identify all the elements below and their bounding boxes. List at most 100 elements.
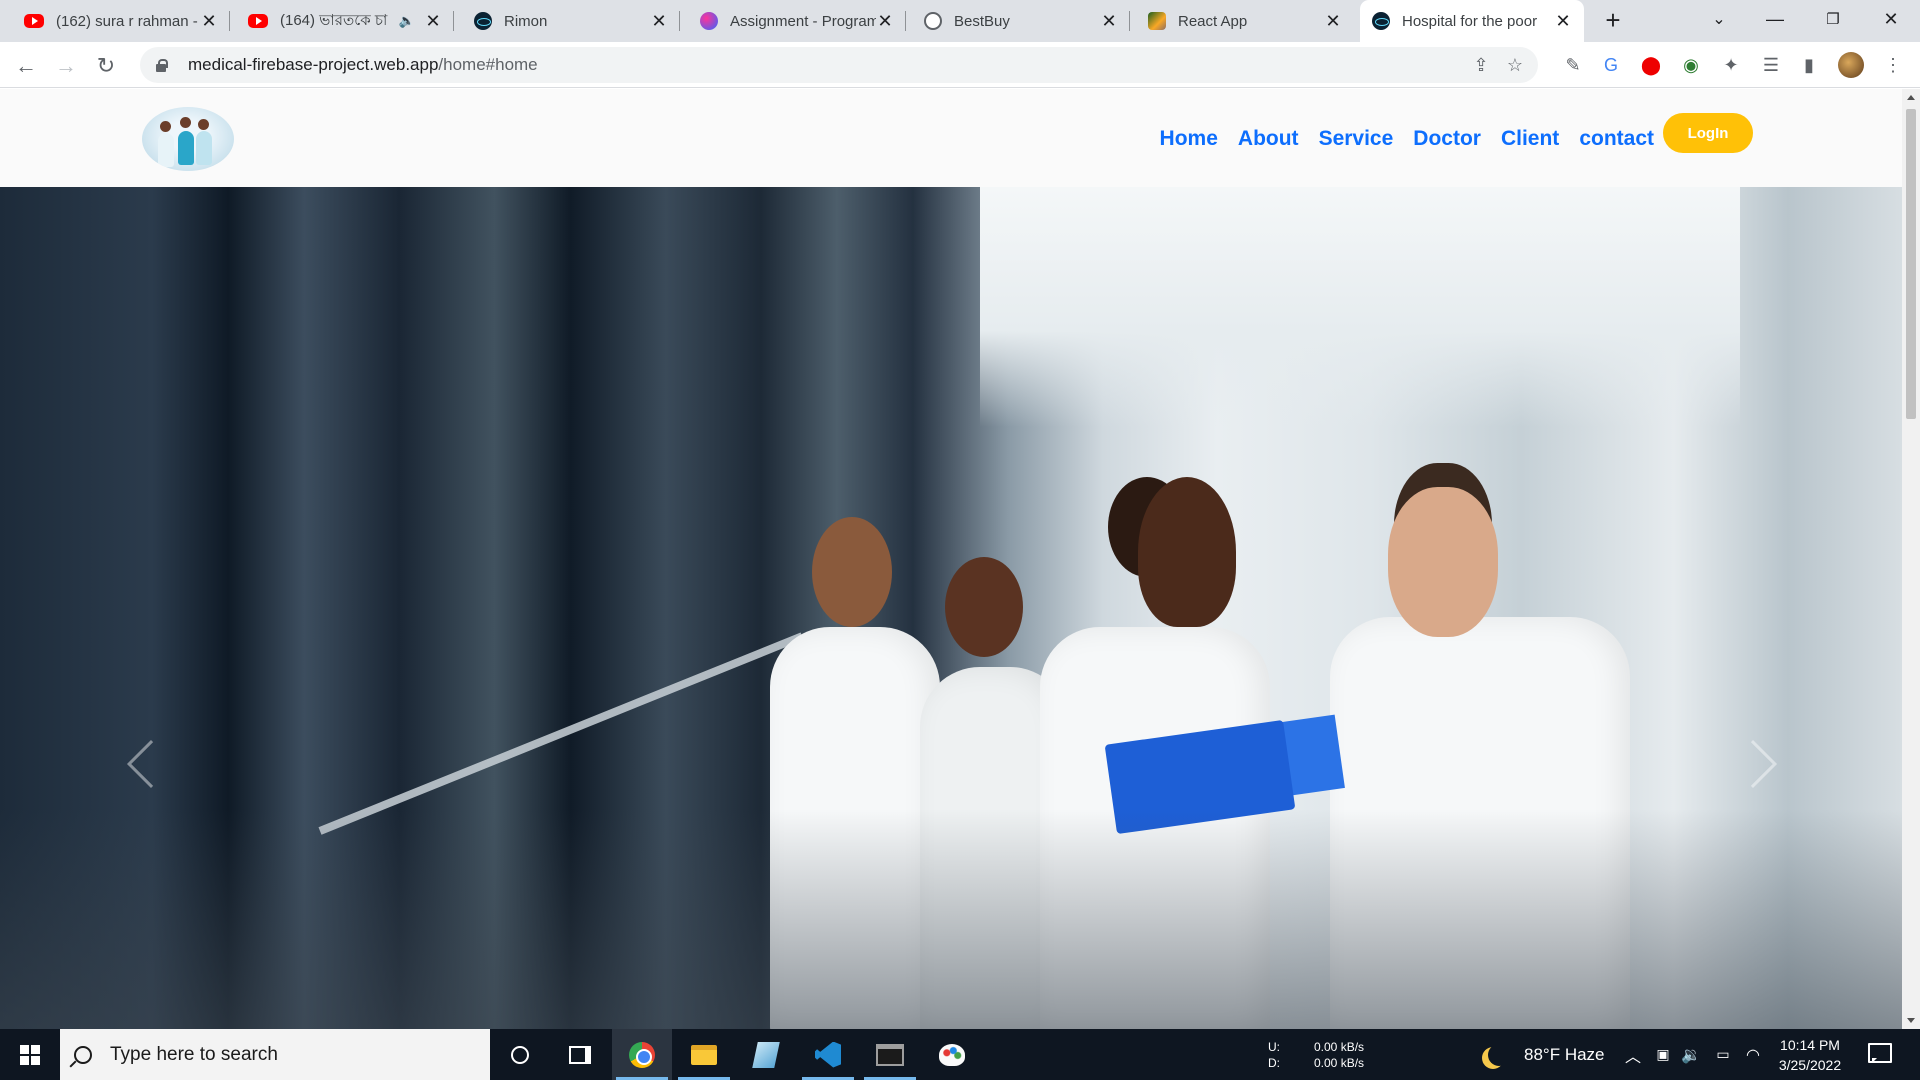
tab-title: BestBuy — [954, 12, 1010, 30]
nav-link-client[interactable]: Client — [1501, 127, 1559, 151]
profile-avatar[interactable] — [1838, 52, 1864, 78]
windows-logo-icon — [20, 1044, 40, 1065]
reload-icon[interactable]: ↻ — [90, 50, 122, 82]
upload-label: U: — [1268, 1040, 1280, 1054]
taskbar-vscode[interactable] — [798, 1029, 858, 1080]
menu-kebab-icon[interactable]: ⋮ — [1880, 52, 1906, 78]
cortana-icon — [511, 1045, 529, 1064]
close-tab-icon[interactable]: ✕ — [1554, 11, 1572, 31]
carousel-prev-icon[interactable] — [126, 739, 176, 789]
side-panel-icon[interactable]: ▮ — [1796, 52, 1822, 78]
close-tab-icon[interactable]: ✕ — [1324, 11, 1342, 31]
chrome-icon — [629, 1041, 655, 1068]
download-value: 0.00 kB/s — [1314, 1056, 1365, 1070]
meet-now-icon[interactable]: ▣ — [1650, 1029, 1676, 1080]
page-viewport: Home About Service Doctor Client contact… — [0, 89, 1902, 1029]
notepad-icon — [752, 1041, 780, 1068]
hero-carousel — [0, 187, 1902, 1029]
doctor-head — [1388, 487, 1498, 637]
scroll-thumb[interactable] — [1906, 109, 1916, 419]
nav-link-service[interactable]: Service — [1319, 127, 1394, 151]
start-button[interactable] — [0, 1029, 60, 1080]
carousel-next-icon[interactable] — [1728, 739, 1778, 789]
notification-center-icon[interactable] — [1866, 1041, 1892, 1065]
tab-separator — [229, 11, 230, 31]
show-hidden-icons-chevron-icon[interactable]: ︿ — [1620, 1029, 1646, 1080]
nav-link-home[interactable]: Home — [1160, 127, 1218, 151]
share-icon[interactable]: ⇪ — [1470, 55, 1492, 77]
new-tab-button[interactable]: + — [1600, 7, 1626, 34]
bookmark-star-icon[interactable]: ☆ — [1504, 55, 1526, 77]
back-icon[interactable]: ← — [10, 50, 42, 82]
file-explorer-icon — [691, 1044, 717, 1065]
page-scrollbar[interactable] — [1902, 89, 1920, 1029]
browser-tab[interactable]: Rimon ✕ — [462, 0, 680, 42]
nav-link-contact[interactable]: contact — [1579, 127, 1654, 151]
clock-time: 10:14 PM — [1780, 1037, 1840, 1053]
vscode-icon — [815, 1041, 841, 1068]
browser-tab-active[interactable]: Hospital for the poor ✕ — [1360, 0, 1584, 42]
browser-tab[interactable]: (164) ভারতকে চা 🔈 ✕ — [236, 0, 454, 42]
youtube-icon — [24, 14, 44, 28]
reading-list-icon[interactable]: ☰ — [1758, 52, 1784, 78]
main-nav: Home About Service Doctor Client contact — [1140, 127, 1654, 151]
restore-button[interactable]: ❐ — [1804, 0, 1862, 38]
google-translate-icon[interactable]: G — [1598, 52, 1624, 78]
login-button[interactable]: LogIn — [1663, 113, 1753, 153]
image-icon — [1148, 12, 1166, 30]
minimize-button[interactable]: — — [1746, 0, 1804, 38]
battery-icon[interactable]: ▭ — [1710, 1029, 1736, 1080]
taskbar-chrome[interactable] — [612, 1029, 672, 1080]
moon-icon — [1488, 1044, 1510, 1066]
system-clock[interactable]: 10:14 PM 3/25/2022 — [1760, 1035, 1860, 1075]
terminal-icon — [876, 1043, 904, 1066]
windows-taskbar: Type here to search U: 0.00 kB/s D: 0.00… — [0, 1029, 1920, 1080]
taskbar-notepad[interactable] — [736, 1029, 796, 1080]
close-tab-icon[interactable]: ✕ — [200, 11, 218, 31]
close-window-button[interactable]: ✕ — [1862, 0, 1920, 38]
tab-separator — [453, 11, 454, 31]
extensions-puzzle-icon[interactable]: ✦ — [1718, 52, 1744, 78]
nav-link-about[interactable]: About — [1238, 127, 1299, 151]
lock-icon[interactable] — [154, 58, 168, 72]
scroll-down-arrow-icon[interactable] — [1907, 1018, 1915, 1023]
network-speed: U: 0.00 kB/s D: 0.00 kB/s — [1268, 1039, 1394, 1071]
search-icon — [74, 1045, 92, 1064]
browser-tab[interactable]: React App ✕ — [1136, 0, 1354, 42]
eyedropper-icon[interactable]: ✎ — [1560, 52, 1586, 78]
forward-icon[interactable]: → — [50, 50, 82, 82]
close-tab-icon[interactable]: ✕ — [650, 11, 668, 31]
taskbar-terminal[interactable] — [860, 1029, 920, 1080]
weather-text: 88°F Haze — [1524, 1044, 1605, 1064]
taskbar-paint[interactable] — [922, 1029, 982, 1080]
nav-link-doctor[interactable]: Doctor — [1413, 127, 1481, 151]
url-text[interactable]: medical-firebase-project.web.app/home#ho… — [188, 55, 538, 75]
task-view-button[interactable] — [550, 1029, 610, 1080]
address-bar[interactable]: medical-firebase-project.web.app/home#ho… — [140, 47, 1538, 83]
tab-separator — [679, 11, 680, 31]
browser-toolbar: ← → ↻ medical-firebase-project.web.app/h… — [0, 42, 1920, 88]
paint-icon — [939, 1043, 965, 1066]
site-logo[interactable] — [142, 107, 234, 171]
assignment-icon — [700, 12, 718, 30]
browser-tab[interactable]: BestBuy ✕ — [912, 0, 1130, 42]
cortana-button[interactable] — [490, 1029, 550, 1080]
close-tab-icon[interactable]: ✕ — [424, 11, 442, 31]
taskbar-search[interactable]: Type here to search — [60, 1029, 490, 1080]
scroll-up-arrow-icon[interactable] — [1907, 95, 1915, 100]
colorful-extension-icon[interactable]: ◉ — [1678, 52, 1704, 78]
tab-search-icon[interactable]: ⌄ — [1690, 0, 1748, 38]
weather-widget[interactable]: 88°F Haze — [1480, 1029, 1605, 1080]
close-tab-icon[interactable]: ✕ — [1100, 11, 1118, 31]
opera-icon[interactable]: ⬤ — [1638, 52, 1664, 78]
browser-tab[interactable]: (162) sura r rahman - ✕ — [12, 0, 230, 42]
tab-title: Assignment - Program — [730, 12, 876, 30]
speaker-muted-icon[interactable]: 🔈 — [398, 12, 416, 30]
download-label: D: — [1268, 1056, 1280, 1070]
close-tab-icon[interactable]: ✕ — [876, 11, 894, 31]
volume-icon[interactable]: 🔉 — [1678, 1029, 1704, 1080]
taskbar-file-explorer[interactable] — [674, 1029, 734, 1080]
react-icon — [474, 12, 492, 30]
browser-tab[interactable]: Assignment - Program ✕ — [688, 0, 906, 42]
tab-separator — [905, 11, 906, 31]
